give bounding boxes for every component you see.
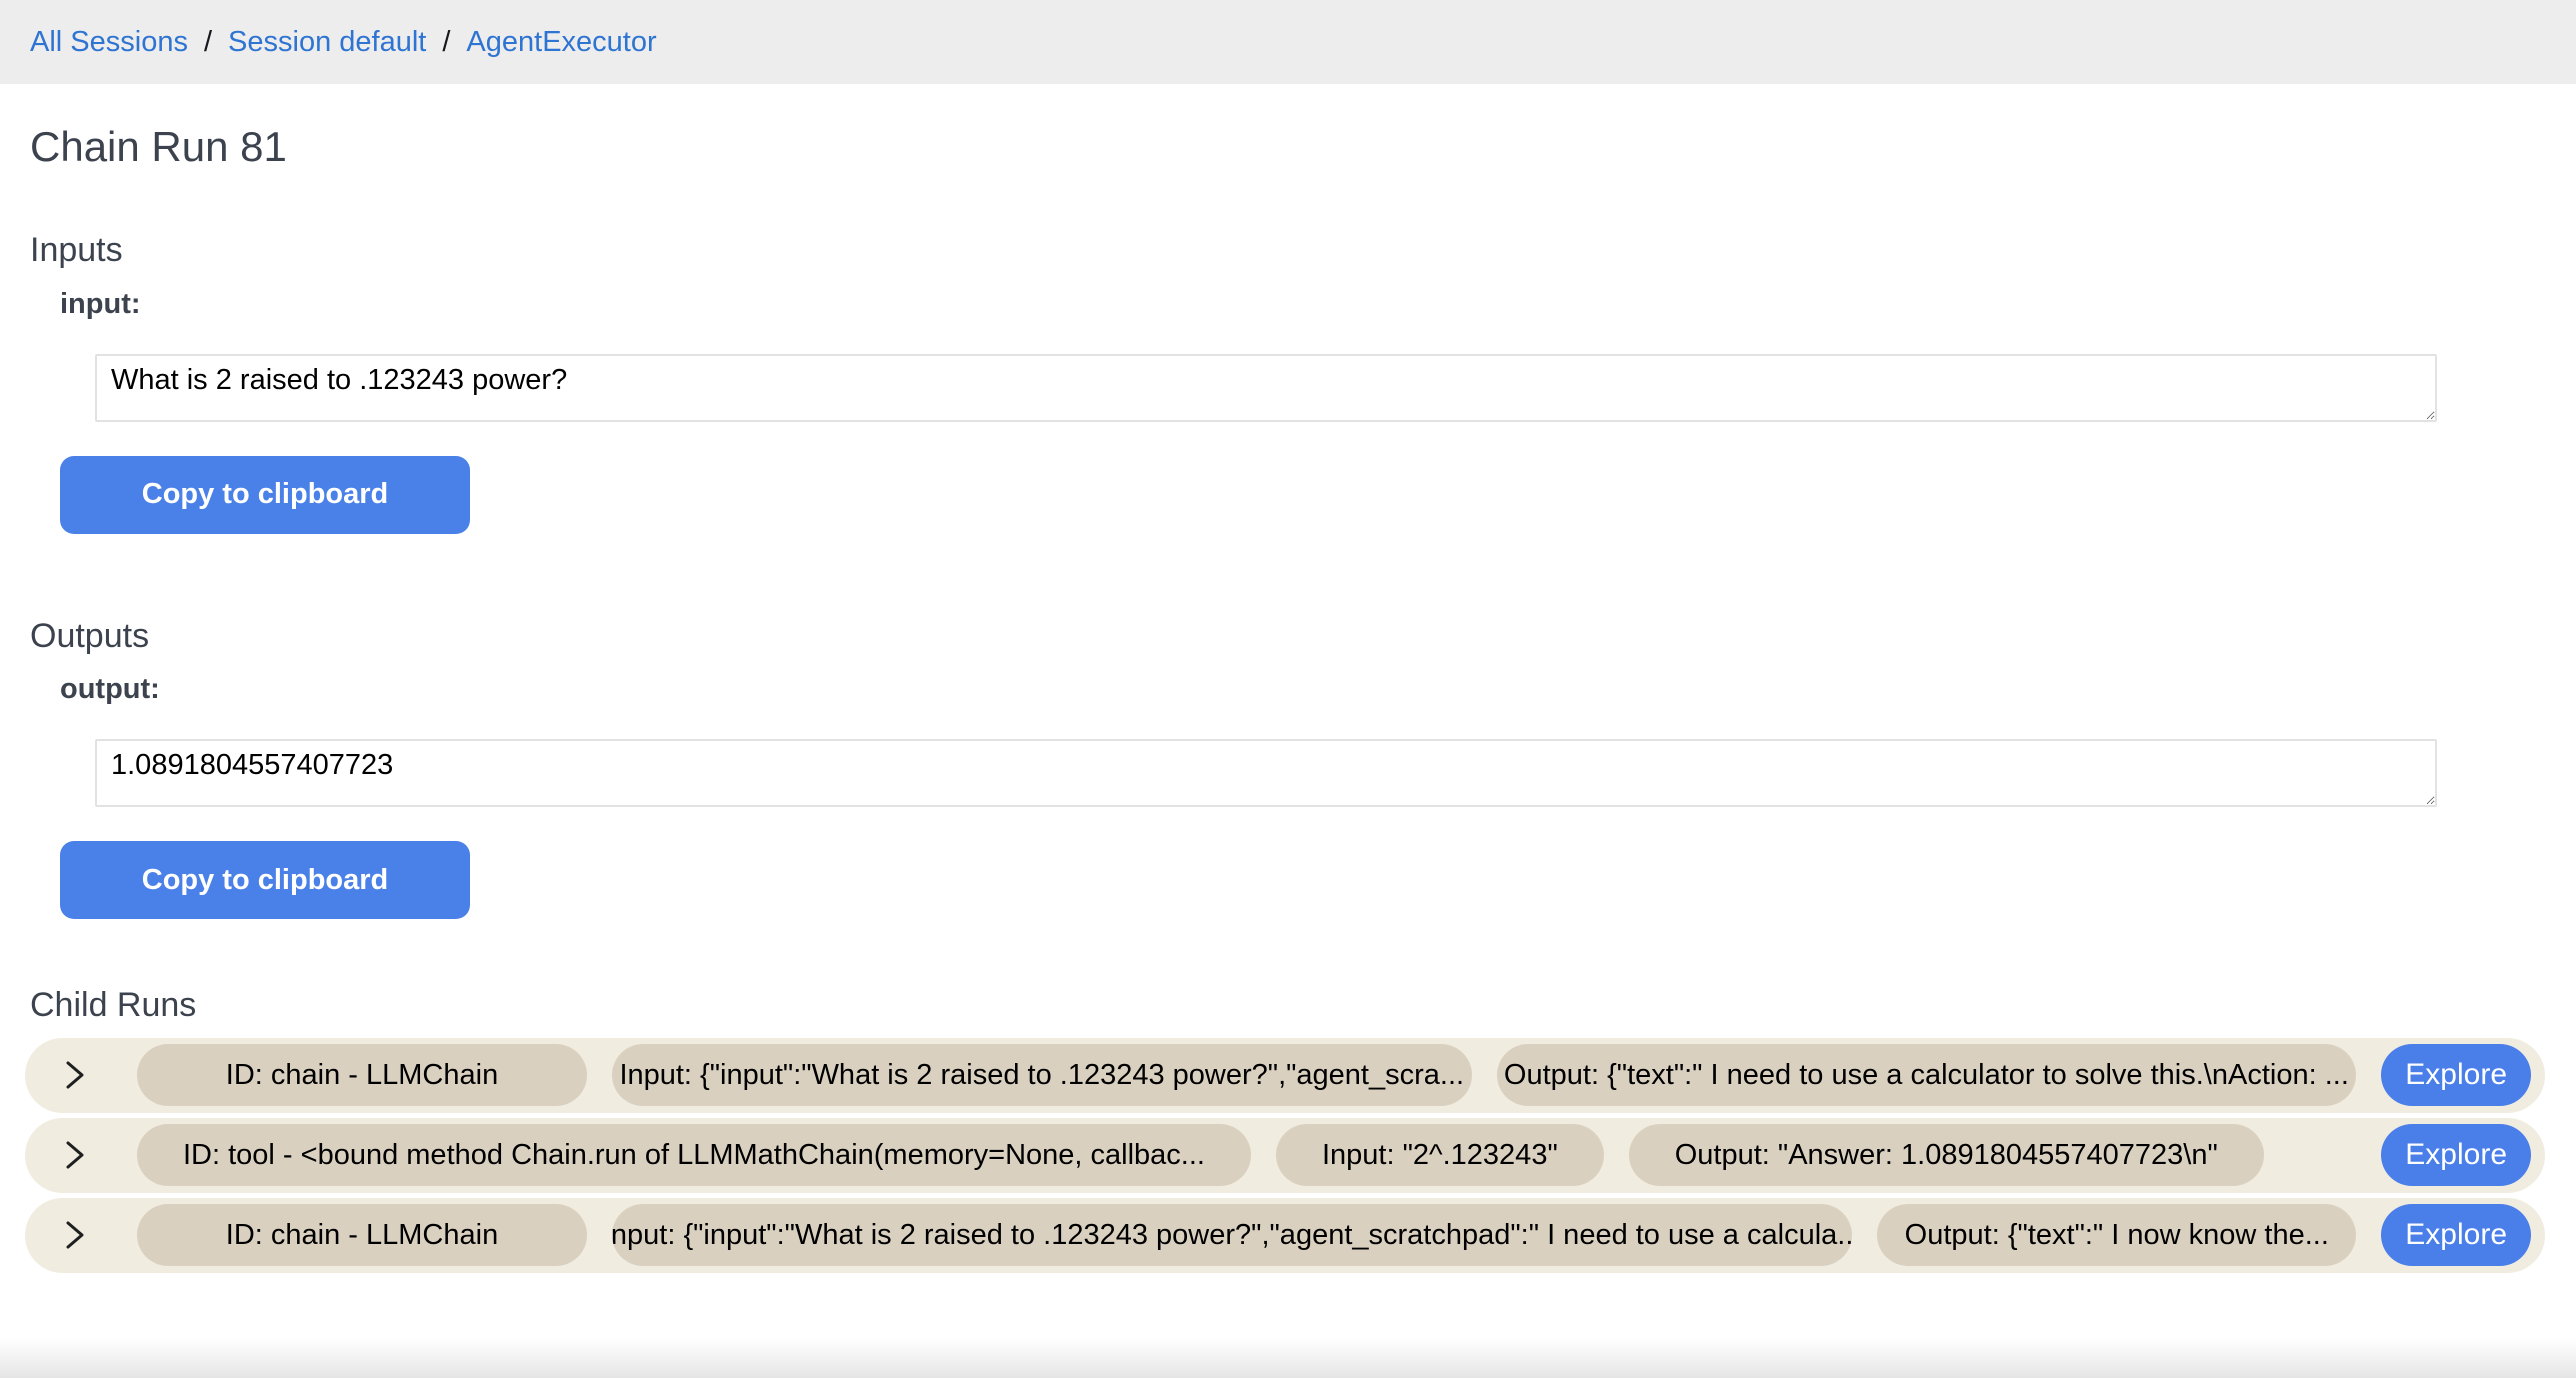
outputs-heading: Outputs	[30, 616, 2546, 657]
child-run-row: ID: chain - LLMChain Input: {"input":"Wh…	[25, 1038, 2545, 1113]
bottom-scroll-shadow	[0, 1338, 2576, 1378]
breadcrumb-separator: /	[442, 28, 450, 57]
run-input-badge: Input: {"input":"What is 2 raised to .12…	[612, 1044, 1472, 1106]
run-id-badge: ID: tool - <bound method Chain.run of LL…	[137, 1124, 1251, 1186]
inputs-heading: Inputs	[30, 230, 2546, 271]
breadcrumb-separator: /	[204, 28, 212, 57]
run-id-badge: ID: chain - LLMChain	[137, 1044, 587, 1106]
run-input-badge: Input: "2^.123243"	[1276, 1124, 1604, 1186]
explore-button[interactable]: Explore	[2381, 1204, 2531, 1266]
breadcrumb-session-default-link[interactable]: Session default	[228, 28, 426, 57]
top-bar: All Sessions / Session default / AgentEx…	[0, 0, 2576, 84]
chevron-right-icon[interactable]	[59, 1058, 91, 1092]
input-field-label: input:	[60, 287, 2546, 322]
chevron-right-icon[interactable]	[59, 1218, 91, 1252]
breadcrumb-agent-executor-link[interactable]: AgentExecutor	[466, 28, 656, 57]
output-value-textarea[interactable]: 1.0891804557407723	[95, 739, 2437, 807]
explore-button[interactable]: Explore	[2381, 1124, 2531, 1186]
child-run-row: ID: tool - <bound method Chain.run of LL…	[25, 1118, 2545, 1193]
inputs-section: Inputs input: What is 2 raised to .12324…	[30, 230, 2546, 534]
child-run-row: ID: chain - LLMChain Input: {"input":"Wh…	[25, 1198, 2545, 1273]
child-runs-heading: Child Runs	[30, 985, 2546, 1026]
run-id-badge: ID: chain - LLMChain	[137, 1204, 587, 1266]
breadcrumb-all-sessions-link[interactable]: All Sessions	[30, 28, 188, 57]
explore-button[interactable]: Explore	[2381, 1044, 2531, 1106]
main-content: Chain Run 81 Inputs input: What is 2 rai…	[0, 126, 2576, 1273]
child-runs-list: ID: chain - LLMChain Input: {"input":"Wh…	[25, 1038, 2545, 1273]
run-input-badge: Input: {"input":"What is 2 raised to .12…	[612, 1204, 1852, 1266]
child-runs-section: Child Runs ID: chain - LLMChain Input: {…	[30, 985, 2546, 1273]
output-field-label: output:	[60, 672, 2546, 707]
chevron-right-icon[interactable]	[59, 1138, 91, 1172]
copy-output-button[interactable]: Copy to clipboard	[60, 841, 470, 919]
run-output-badge: Output: "Answer: 1.0891804557407723\n"	[1629, 1124, 2264, 1186]
run-output-badge: Output: {"text":" I now know the...	[1877, 1204, 2356, 1266]
breadcrumb: All Sessions / Session default / AgentEx…	[30, 28, 657, 57]
page-title: Chain Run 81	[30, 126, 2546, 168]
copy-input-button[interactable]: Copy to clipboard	[60, 456, 470, 534]
outputs-section: Outputs output: 1.0891804557407723 Copy …	[30, 616, 2546, 920]
run-output-badge: Output: {"text":" I need to use a calcul…	[1497, 1044, 2357, 1106]
input-value-textarea[interactable]: What is 2 raised to .123243 power?	[95, 354, 2437, 422]
